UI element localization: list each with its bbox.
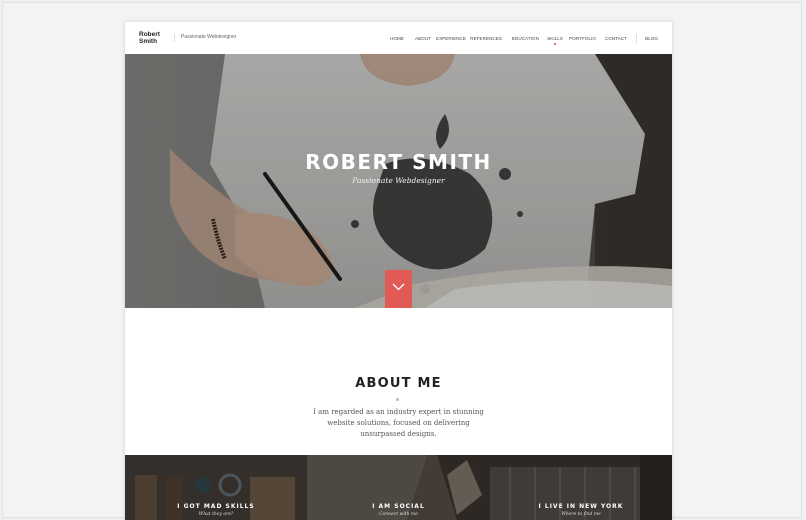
- tile-location-subtitle: Where to find me: [561, 512, 601, 517]
- nav-education[interactable]: EDUCATION: [512, 36, 539, 41]
- nav-active-indicator: [554, 43, 556, 45]
- tile-social[interactable]: I AM SOCIAL Connect with me: [307, 455, 490, 520]
- logo-line-2: Smith: [139, 38, 158, 45]
- nav-portfolio[interactable]: PORTFOLIO: [569, 36, 596, 41]
- skills-tile-photo: [125, 455, 307, 520]
- nav-skills[interactable]: SKILLS: [547, 36, 563, 41]
- about-text: I am regarded as an industry expert in s…: [313, 408, 484, 438]
- nav-blog[interactable]: BLOG: [645, 36, 658, 41]
- hero-subtitle: Passionate Webdesigner: [352, 176, 445, 185]
- tile-social-subtitle: Connect with me: [379, 512, 418, 517]
- location-tile-photo: [490, 455, 672, 520]
- nav-contact[interactable]: CONTACT: [605, 36, 627, 41]
- site-logo[interactable]: Robert Smith: [139, 31, 160, 45]
- website-page: Robert Smith Passionate Webdesigner HOME…: [125, 22, 672, 520]
- nav-divider: [636, 34, 637, 43]
- logo-line-1: Robert: [139, 31, 160, 38]
- social-tile-photo: [307, 455, 490, 520]
- nav-experience[interactable]: EXPERIENCE: [436, 36, 466, 41]
- tile-location-title: I LIVE IN NEW YORK: [538, 503, 624, 510]
- about-heading: ABOUT ME: [355, 376, 442, 391]
- tile-skills-title: I GOT MAD SKILLS: [177, 503, 255, 510]
- tile-social-title: I AM SOCIAL: [372, 503, 425, 510]
- chevron-down-icon: [392, 283, 405, 291]
- about-divider-dot: [396, 398, 399, 401]
- nav-home[interactable]: HOME: [390, 36, 404, 41]
- site-tagline: Passionate Webdesigner: [174, 34, 237, 42]
- site-header: Robert Smith Passionate Webdesigner HOME…: [125, 22, 672, 54]
- hero-section: ROBERT SMITH Passionate Webdesigner: [125, 54, 672, 308]
- tile-location[interactable]: I LIVE IN NEW YORK Where to find me: [490, 455, 672, 520]
- tile-skills-subtitle: What they are?: [198, 512, 234, 517]
- scroll-down-button[interactable]: [385, 270, 412, 308]
- nav-about[interactable]: ABOUT: [415, 36, 431, 41]
- tile-skills[interactable]: I GOT MAD SKILLS What they are?: [125, 455, 307, 520]
- hero-title: ROBERT SMITH: [305, 150, 492, 174]
- feature-tiles: I GOT MAD SKILLS What they are? I AM SOC…: [125, 455, 672, 520]
- nav-references[interactable]: REFERENCES: [470, 36, 502, 41]
